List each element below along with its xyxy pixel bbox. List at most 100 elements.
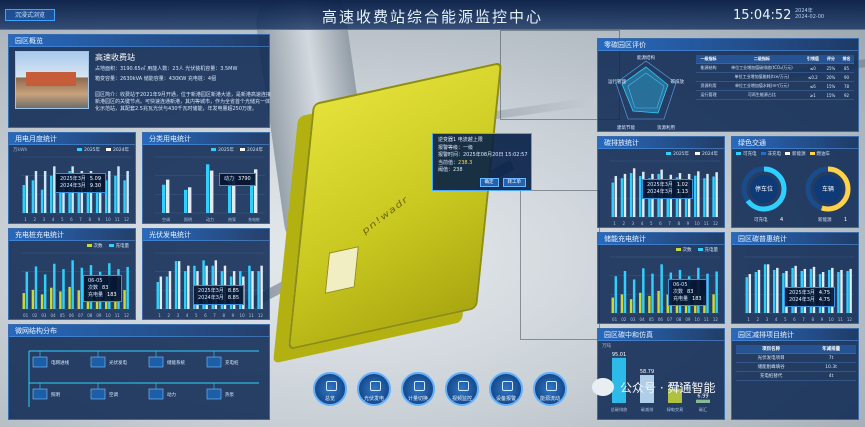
bar[interactable] xyxy=(745,277,748,313)
confirm-button[interactable]: 确定 xyxy=(479,178,499,187)
bar[interactable] xyxy=(614,176,618,217)
bar[interactable] xyxy=(59,291,62,309)
bar[interactable] xyxy=(763,264,767,313)
bar[interactable] xyxy=(187,265,190,309)
bar[interactable] xyxy=(642,268,645,313)
node-icon[interactable] xyxy=(32,388,48,400)
bar[interactable] xyxy=(620,294,624,313)
bar[interactable] xyxy=(697,171,700,217)
bar[interactable] xyxy=(31,289,35,309)
table-row[interactable]: 光伏发电项目 7t xyxy=(736,353,856,363)
bar[interactable] xyxy=(156,281,159,309)
microgrid-diagram[interactable]: 电网进线 光伏发电 储能系统 充电桩照明 空调 动力 热泵 xyxy=(9,337,271,421)
bar[interactable] xyxy=(614,276,618,313)
bar[interactable] xyxy=(168,271,172,309)
bar[interactable] xyxy=(25,271,29,309)
table-row[interactable]: 单位工业增加值能耗(tce/万元) ≤0.2 20% 90 xyxy=(696,72,854,82)
node-icon[interactable] xyxy=(32,356,48,368)
inverter-3d-model[interactable]: pn!wadr xyxy=(287,61,503,351)
bar[interactable] xyxy=(77,290,80,309)
bar[interactable] xyxy=(766,264,770,313)
bar[interactable] xyxy=(703,178,706,217)
bar[interactable] xyxy=(25,175,29,213)
bar[interactable] xyxy=(629,299,633,313)
bar[interactable] xyxy=(260,265,263,309)
bar[interactable] xyxy=(846,270,849,313)
bar[interactable] xyxy=(40,294,44,309)
bar[interactable] xyxy=(251,271,254,309)
bar[interactable] xyxy=(43,171,47,213)
bar[interactable] xyxy=(188,187,192,213)
transport-gauges[interactable]: 停车位 车辆 可充电 4 新能源 1 xyxy=(732,159,860,229)
bar[interactable] xyxy=(696,399,710,403)
bar[interactable] xyxy=(248,265,251,309)
node-icon[interactable] xyxy=(148,388,164,400)
bar[interactable] xyxy=(757,269,761,313)
bar[interactable] xyxy=(651,273,654,313)
bar[interactable] xyxy=(629,173,633,217)
nav-metering-button[interactable]: 计量切换 xyxy=(401,372,435,406)
bar[interactable] xyxy=(210,170,214,213)
bar[interactable] xyxy=(126,266,129,309)
nav-pv-button[interactable]: 光伏发电 xyxy=(357,372,391,406)
bar[interactable] xyxy=(126,171,129,213)
bar[interactable] xyxy=(123,290,126,309)
bar[interactable] xyxy=(706,273,709,313)
bar[interactable] xyxy=(660,264,663,313)
bar[interactable] xyxy=(712,294,715,313)
table-row[interactable]: 储能削峰填谷 10.3t xyxy=(736,362,856,372)
bar[interactable] xyxy=(22,293,25,309)
bar[interactable] xyxy=(43,274,47,309)
bar[interactable] xyxy=(34,171,38,213)
bar[interactable] xyxy=(62,269,65,309)
pv-stats-chart[interactable]: 1 2 3 4 5 6 7 8 9 10 11 12 xyxy=(143,229,271,321)
bar[interactable] xyxy=(50,287,53,309)
bar[interactable] xyxy=(184,189,188,213)
bar[interactable] xyxy=(71,260,74,309)
bar[interactable] xyxy=(706,173,709,217)
bar[interactable] xyxy=(162,184,166,213)
table-row[interactable]: 能源结构 单位工业增加值碳排放(tCO₂/万元) ≤0 25% 85 xyxy=(696,63,854,73)
nav-alarm-button[interactable]: 设备报警 xyxy=(489,372,523,406)
node-icon[interactable] xyxy=(206,388,222,400)
carbon-radar-chart[interactable]: 能源结构 碳排放 资源利用 运行管理 建筑节能 xyxy=(606,53,686,133)
nav-video-button[interactable]: 视频监控 xyxy=(445,372,479,406)
bar[interactable] xyxy=(648,295,651,313)
node-icon[interactable] xyxy=(90,388,106,400)
node-icon[interactable] xyxy=(148,356,164,368)
bar[interactable] xyxy=(657,290,660,313)
bar[interactable] xyxy=(177,261,181,309)
bar[interactable] xyxy=(623,173,627,217)
bar[interactable] xyxy=(123,180,126,213)
bar[interactable] xyxy=(849,268,852,313)
bar[interactable] xyxy=(53,263,56,309)
bar[interactable] xyxy=(837,271,840,313)
bar[interactable] xyxy=(117,166,120,213)
bar[interactable] xyxy=(773,269,776,313)
bar[interactable] xyxy=(165,276,169,309)
bar[interactable] xyxy=(632,279,636,313)
bar[interactable] xyxy=(166,179,170,213)
bar[interactable] xyxy=(776,267,779,313)
bar[interactable] xyxy=(620,178,624,217)
node-icon[interactable] xyxy=(90,356,106,368)
nav-energy-flow-button[interactable]: 能源流动 xyxy=(533,372,567,406)
bar[interactable] xyxy=(114,175,117,213)
bar[interactable] xyxy=(206,164,210,213)
bar[interactable] xyxy=(159,276,163,309)
bar[interactable] xyxy=(184,271,187,309)
bar[interactable] xyxy=(840,269,843,313)
bar[interactable] xyxy=(715,271,718,313)
bar[interactable] xyxy=(748,274,752,313)
bar[interactable] xyxy=(22,185,25,213)
bar[interactable] xyxy=(632,168,636,217)
bar[interactable] xyxy=(68,286,71,309)
bar[interactable] xyxy=(50,175,53,213)
storage-charge-chart[interactable]: 01 02 03 04 05 06 07 08 09 10 11 12 xyxy=(598,233,726,325)
carbon-sink-chart[interactable]: 1 2 3 4 5 6 7 8 9 10 11 12 xyxy=(732,233,860,325)
bar[interactable] xyxy=(34,266,38,309)
create-ticket-button[interactable]: 转工单 xyxy=(502,178,526,187)
bar[interactable] xyxy=(40,189,44,213)
bar[interactable] xyxy=(715,172,718,217)
nav-overview-button[interactable]: 总览 xyxy=(313,372,347,406)
